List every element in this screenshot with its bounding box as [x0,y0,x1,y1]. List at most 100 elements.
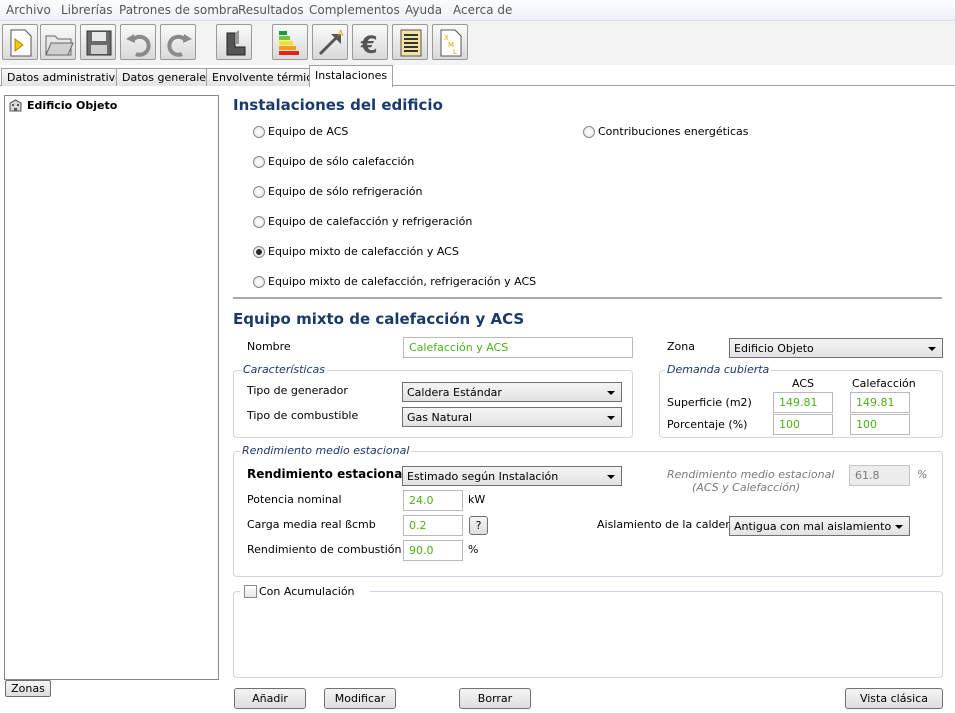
vista-clasica-button[interactable]: Vista clásica [845,688,943,709]
aislamiento-value: Antigua con mal aislamiento [734,520,892,533]
undo-icon [126,34,151,57]
combustion-label: Rendimiento de combustión [247,543,402,556]
nombre-label: Nombre [247,340,291,353]
aislamiento-select[interactable]: Antigua con mal aislamiento [729,516,910,536]
open-folder-button[interactable] [40,24,76,60]
porcentaje-label: Porcentaje (%) [667,418,748,431]
chevron-down-icon [607,416,615,420]
zona-select[interactable]: Edificio Objeto [729,338,943,358]
zona-label: Zona [667,340,695,353]
menu-resultados[interactable]: Resultados [238,3,304,17]
xml-export-button[interactable]: XML [432,24,468,60]
redo-button[interactable] [160,24,196,60]
new-file-button[interactable] [2,24,38,60]
demanda-col-acs: ACS [792,377,814,390]
radio-label-calefaccion-refrigeracion: Equipo de calefacción y refrigeración [268,215,473,228]
borrar-button[interactable]: Borrar [459,688,531,709]
porcentaje-calefaccion-input[interactable]: 100 [850,414,910,435]
energy-label-icon [279,31,299,55]
rendimiento-estacional-value: Estimado según Instalación [407,470,559,483]
radio-solo-calefaccion[interactable] [253,156,265,168]
caracteristicas-legend: Características [241,363,328,376]
superficie-acs-input[interactable]: 149.81 [773,392,833,413]
svg-text:€: € [360,31,378,59]
energy-rating-button[interactable] [272,24,308,60]
carga-media-help-button[interactable]: ? [469,516,488,535]
anadir-button[interactable]: Añadir [234,688,306,709]
aislamiento-label: Aislamiento de la caldera [597,518,737,531]
rendimiento-medio-label: Rendimiento medio estacional [667,468,835,481]
tipo-combustible-label: Tipo de combustible [247,409,359,422]
menu-acerca-de[interactable]: Acerca de [453,3,512,17]
menu-archivo[interactable]: Archivo [6,3,51,17]
acumulacion-group [233,591,943,678]
radio-calefaccion-refrigeracion[interactable] [253,216,265,228]
chevron-down-icon [928,347,936,351]
improvement-button[interactable]: A [312,24,348,60]
chevron-down-icon [607,391,615,395]
acumulacion-checkbox[interactable] [244,585,257,598]
rendimiento-estacional-label: Rendimiento estacional [247,467,407,481]
demanda-col-calefaccion: Calefacción [852,377,916,390]
superficie-calefaccion-input[interactable]: 149.81 [850,392,910,413]
tipo-combustible-value: Gas Natural [407,411,473,424]
demanda-legend: Demanda cubierta [665,363,772,376]
radio-mixto-calef-refrig-acs[interactable] [253,276,265,288]
floppy-disk-icon [86,30,112,56]
arrow-up-right-icon: A [318,29,344,56]
superficie-label: Superficie (m2) [667,396,752,409]
radio-label-equipo-acs: Equipo de ACS [268,125,349,138]
radio-solo-refrigeracion[interactable] [253,186,265,198]
radio-contribuciones-energeticas[interactable] [583,126,595,138]
radio-mixto-calefaccion-acs[interactable] [253,246,265,258]
svg-text:L: L [453,48,457,56]
tipo-generador-label: Tipo de generador [247,384,348,397]
tree-item-edificio-objeto[interactable]: Edificio Objeto [27,99,117,112]
open-folder-icon [45,35,74,56]
nombre-input[interactable]: Calefacción y ACS [403,337,633,358]
rendimiento-medio-unit: % [917,468,928,481]
menu-complementos[interactable]: Complementos [309,3,400,17]
combustion-input[interactable]: 90.0 [403,540,463,561]
tipo-combustible-select[interactable]: Gas Natural [402,407,622,427]
radio-label-contribuciones-energeticas: Contribuciones energéticas [598,125,749,138]
caracteristicas-group [233,370,633,438]
tab-instalaciones[interactable]: Instalaciones [309,65,394,87]
zonas-button[interactable]: Zonas [5,680,51,697]
equipment-title: Equipo mixto de calefacción y ACS [233,310,525,328]
report-button[interactable] [392,24,428,60]
rendimiento-estacional-select[interactable]: Estimado según Instalación [402,466,622,486]
menu-bar: Archivo Librerías Patrones de sombra Res… [0,0,955,21]
menu-ayuda[interactable]: Ayuda [405,3,442,17]
porcentaje-acs-input[interactable]: 100 [773,414,833,435]
section-divider [233,297,942,299]
xml-file-icon: XML [440,29,462,57]
tab-datos-generales[interactable]: Datos generales [116,68,218,86]
radio-equipo-acs[interactable] [253,126,265,138]
potencia-input[interactable]: 24.0 [403,490,463,511]
undo-button[interactable] [120,24,156,60]
building-tree[interactable]: Edificio Objeto [4,95,219,680]
rendimiento-medio-sublabel: (ACS y Calefacción) [692,481,801,494]
tipo-generador-select[interactable]: Caldera Estándar [402,382,622,402]
cost-button[interactable]: € [352,24,388,60]
toolbar: A € XML [0,21,955,65]
zona-select-value: Edificio Objeto [734,342,814,355]
new-file-icon [10,29,32,57]
geometry-button[interactable] [216,24,252,60]
svg-text:A: A [338,29,344,38]
tab-datos-administrativos[interactable]: Datos administrativos [1,68,134,86]
tab-bar: Datos administrativos Datos generales En… [0,65,955,87]
building-block-icon [226,30,246,56]
building-icon [9,99,22,112]
radio-label-solo-calefaccion: Equipo de sólo calefacción [268,155,415,168]
save-button[interactable] [80,24,116,60]
installations-title: Instalaciones del edificio [233,96,443,114]
redo-icon [167,34,192,57]
menu-patrones-de-sombra[interactable]: Patrones de sombra [119,3,239,17]
carga-media-input[interactable]: 0.2 [403,515,463,536]
radio-label-mixto-calefaccion-acs: Equipo mixto de calefacción y ACS [268,245,459,258]
tab-envolvente-termica[interactable]: Envolvente térmica [206,68,326,86]
modificar-button[interactable]: Modificar [324,688,396,709]
menu-librerias[interactable]: Librerías [61,3,113,17]
